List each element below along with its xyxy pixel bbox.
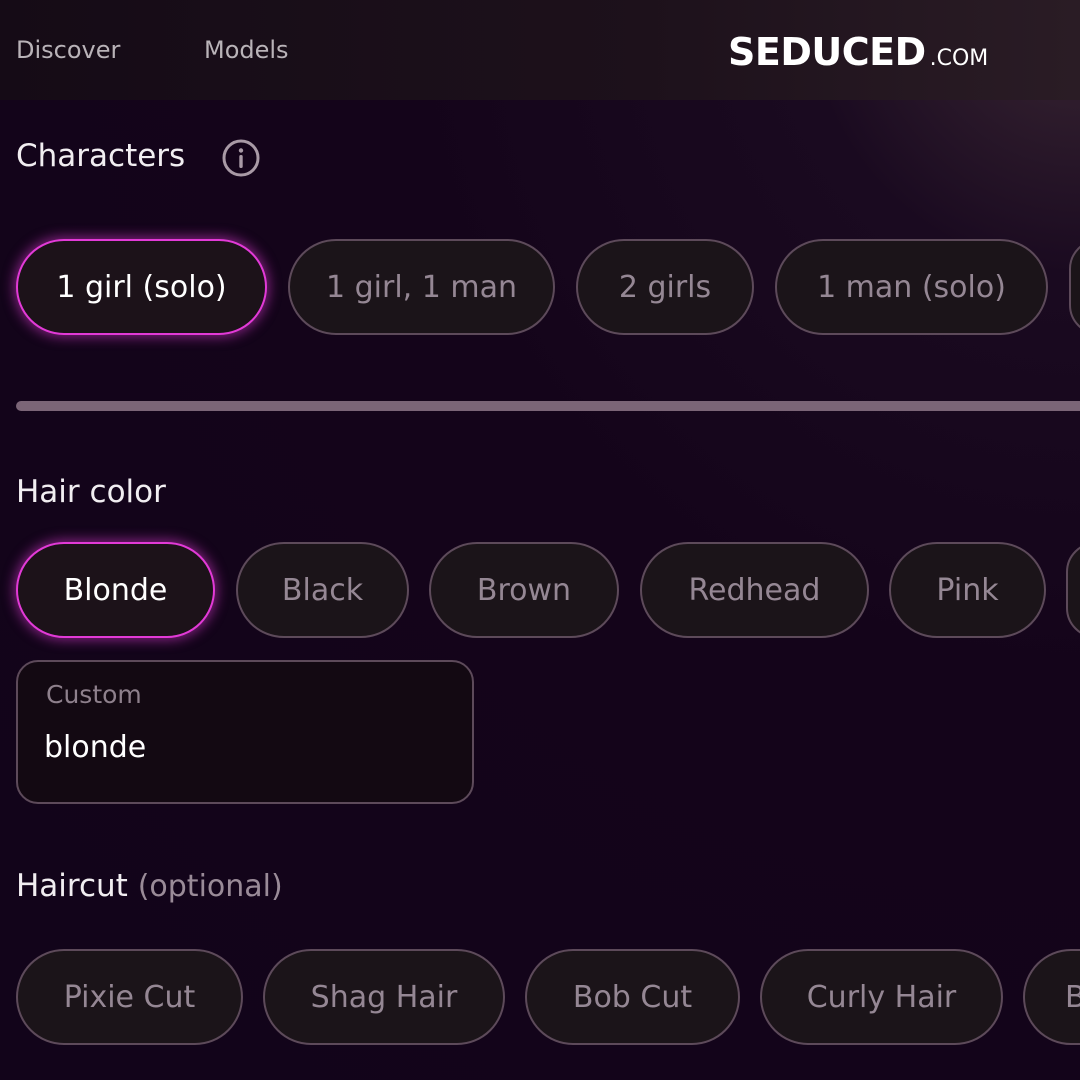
optional-label: (optional) xyxy=(137,869,283,904)
hair-color-section-title: Hair color xyxy=(16,474,166,510)
logo-wordmark: SEDUCED xyxy=(728,30,926,74)
nav-discover-link[interactable]: Discover xyxy=(16,36,120,64)
haircut-section-title: Haircut (optional) xyxy=(16,868,283,904)
page: Discover Models SEDUCED .COM Characters 1… xyxy=(0,0,1080,1080)
logo-domain: .COM xyxy=(929,46,989,71)
haircut-option-partial[interactable]: B xyxy=(1023,949,1080,1045)
top-navigation-bar: Discover Models SEDUCED .COM xyxy=(0,0,1080,100)
custom-hair-color-input[interactable] xyxy=(44,730,444,765)
haircut-option-pixie-cut[interactable]: Pixie Cut xyxy=(16,949,243,1045)
custom-hair-color-field[interactable]: Custom xyxy=(16,660,474,804)
haircut-title-text: Haircut xyxy=(16,868,128,904)
hair-color-option-pink[interactable]: Pink xyxy=(889,542,1046,638)
character-option-1-girl-1-man[interactable]: 1 girl, 1 man xyxy=(288,239,555,335)
hair-color-option-brown[interactable]: Brown xyxy=(429,542,619,638)
hair-color-option-blonde[interactable]: Blonde xyxy=(16,542,215,638)
hair-color-option-black[interactable]: Black xyxy=(236,542,409,638)
nav-models-link[interactable]: Models xyxy=(204,36,289,64)
character-option-2-girls[interactable]: 2 girls xyxy=(576,239,754,335)
hair-color-option-partial[interactable] xyxy=(1066,542,1080,638)
character-option-1-girl-solo[interactable]: 1 girl (solo) xyxy=(16,239,267,335)
site-logo[interactable]: SEDUCED .COM xyxy=(728,30,988,74)
characters-section-title: Characters xyxy=(16,138,186,174)
character-option-partial[interactable] xyxy=(1069,239,1080,335)
section-divider xyxy=(16,401,1080,411)
haircut-option-bob-cut[interactable]: Bob Cut xyxy=(525,949,740,1045)
custom-field-label: Custom xyxy=(46,680,142,709)
character-option-1-man-solo[interactable]: 1 man (solo) xyxy=(775,239,1048,335)
hair-color-option-redhead[interactable]: Redhead xyxy=(640,542,869,638)
info-icon[interactable] xyxy=(222,139,260,177)
haircut-option-shag-hair[interactable]: Shag Hair xyxy=(263,949,505,1045)
haircut-option-curly-hair[interactable]: Curly Hair xyxy=(760,949,1003,1045)
